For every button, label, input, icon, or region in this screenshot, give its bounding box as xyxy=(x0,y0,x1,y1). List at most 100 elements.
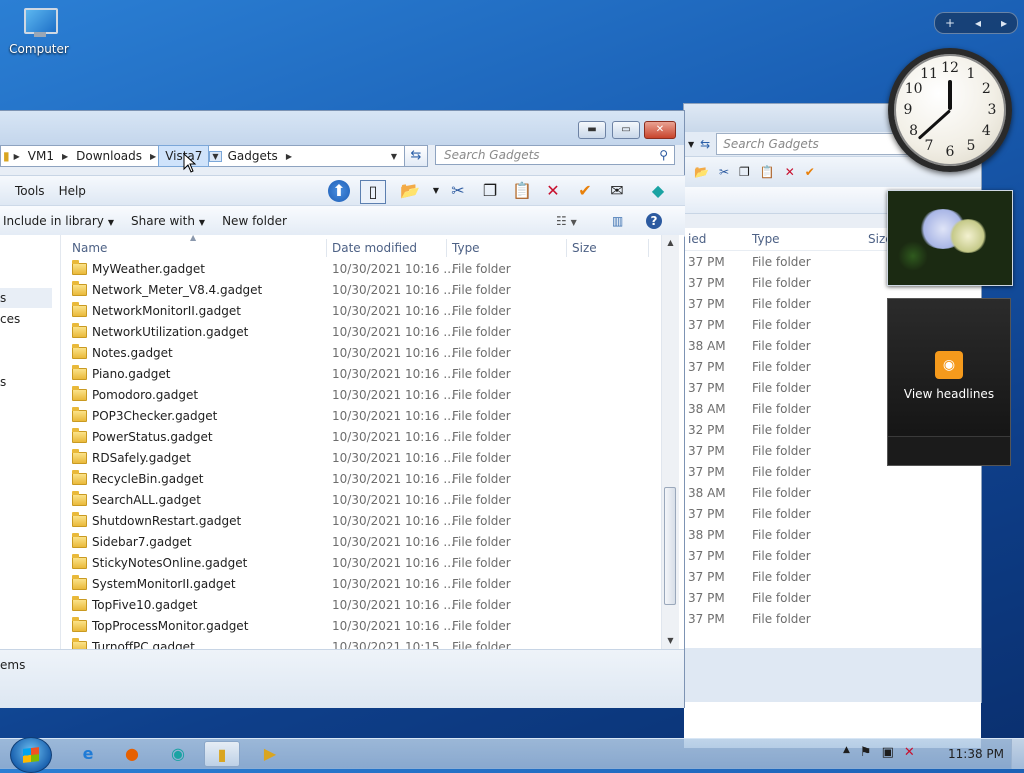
table-row[interactable]: RDSafely.gadget 10/30/2021 10:16 ... File … xyxy=(62,448,662,469)
scroll-down-icon[interactable]: ▼ xyxy=(662,633,679,649)
clock-gadget[interactable]: 12 1 2 3 4 5 6 7 8 9 10 11 xyxy=(888,48,1012,172)
include-in-library-button[interactable]: Include in library ▼ xyxy=(0,214,128,228)
view-options-icon[interactable]: ☷ ▼ xyxy=(556,214,577,228)
table-row[interactable]: 37 PM File folder xyxy=(684,566,981,587)
menu-tools[interactable]: Tools xyxy=(8,184,52,198)
table-row[interactable]: RecycleBin.gadget 10/30/2021 10:16 ... Fil… xyxy=(62,469,662,490)
breadcrumb-gadgets[interactable]: Gadgets xyxy=(222,146,284,166)
copy-icon[interactable]: ❐ xyxy=(739,165,750,179)
table-row[interactable]: 38 PM File folder xyxy=(684,524,981,545)
network-status-icon[interactable]: ▣ xyxy=(882,745,894,760)
table-row[interactable]: Network_Meter_V8.4.gadget 10/30/2021 10:1… xyxy=(62,280,662,301)
prev-icon[interactable]: ◂ xyxy=(975,16,981,30)
navigation-pane[interactable]: s ces s xyxy=(0,235,61,649)
scroll-up-icon[interactable]: ▲ xyxy=(662,235,679,251)
chevron-right-icon[interactable]: ▶ xyxy=(148,152,158,161)
window-titlebar[interactable]: ▬ ▭ ✕ xyxy=(0,111,684,145)
new-folder-button[interactable]: New folder xyxy=(219,214,301,228)
vertical-scrollbar[interactable]: ▲ ▼ xyxy=(661,235,679,649)
delete-icon[interactable]: ✕ xyxy=(785,165,795,179)
table-row[interactable]: MyWeather.gadget 10/30/2021 10:16 ... File… xyxy=(62,259,662,280)
help-icon[interactable]: ? xyxy=(646,213,662,229)
column-header-name[interactable]: Name xyxy=(72,241,107,255)
menu-help[interactable]: Help xyxy=(52,184,93,198)
refresh-button[interactable]: ⇆ xyxy=(404,145,428,167)
feed-headlines-gadget[interactable]: ◉ View headlines xyxy=(887,298,1011,466)
view-headlines-label[interactable]: View headlines xyxy=(888,387,1010,401)
table-row[interactable]: POP3Checker.gadget 10/30/2021 10:16 ... Fi… xyxy=(62,406,662,427)
firefox-icon[interactable]: ● xyxy=(114,741,150,767)
table-row[interactable]: 38 AM File folder xyxy=(684,482,981,503)
paste-icon[interactable]: 📋 xyxy=(760,165,775,179)
table-row[interactable]: Piano.gadget 10/30/2021 10:16 ... File fol… xyxy=(62,364,662,385)
explorer-taskbar-icon[interactable]: ▮ xyxy=(204,741,240,767)
folder-options-icon[interactable]: 📂 xyxy=(398,180,422,202)
address-dropdown-icon[interactable]: ▼ xyxy=(389,152,399,161)
search-input[interactable]: Search Gadgets ⚲ xyxy=(435,145,675,165)
chevron-down-icon[interactable]: ▼ xyxy=(424,180,448,202)
chevron-right-icon[interactable]: ▶ xyxy=(12,152,22,161)
table-row[interactable]: PowerStatus.gadget 10/30/2021 10:16 ... Fi… xyxy=(62,427,662,448)
table-row[interactable]: Sidebar7.gadget 10/30/2021 10:16 ... File … xyxy=(62,532,662,553)
table-row[interactable]: Pomodoro.gadget 10/30/2021 10:16 ... File … xyxy=(62,385,662,406)
breadcrumb-downloads[interactable]: Downloads xyxy=(70,146,148,166)
search-icon[interactable]: ⚲ xyxy=(659,148,668,162)
app-icon[interactable]: ◉ xyxy=(160,741,196,767)
volume-muted-icon[interactable]: ✕ xyxy=(904,745,915,760)
table-row[interactable]: TurnoffPC.gadget 10/30/2021 10:15 ... File… xyxy=(62,637,662,649)
add-gadget-icon[interactable]: + xyxy=(945,16,955,30)
properties-icon[interactable]: ✔ xyxy=(573,180,597,202)
preview-pane-icon[interactable]: ▯ xyxy=(360,180,386,204)
breadcrumb[interactable]: ▮ ▶ VM1 ▶ Downloads ▶ Vista7 ▼ Gadgets ▶… xyxy=(0,145,410,167)
taskbar-clock[interactable]: 11:38 PM xyxy=(948,747,1004,761)
refresh-icon[interactable]: ⇆ xyxy=(700,137,710,151)
table-row[interactable]: SystemMonitorII.gadget 10/30/2021 10:16 .… xyxy=(62,574,662,595)
column-header-type[interactable]: Type xyxy=(452,241,480,255)
desktop-icon-computer[interactable]: Computer xyxy=(6,8,72,56)
scroll-thumb[interactable] xyxy=(664,487,676,605)
copy-icon[interactable]: ❐ xyxy=(478,180,502,202)
preview-pane-toggle-icon[interactable]: ▥ xyxy=(612,214,623,228)
table-row[interactable]: 37 PM File folder xyxy=(684,545,981,566)
show-desktop-button[interactable] xyxy=(1011,739,1024,769)
show-hidden-icons-icon[interactable]: ▲ xyxy=(843,745,850,760)
network-icon[interactable]: ◆ xyxy=(646,180,670,202)
table-row[interactable]: 37 PM File folder xyxy=(684,587,981,608)
table-row[interactable]: 37 PM File folder xyxy=(684,608,981,629)
column-header-type[interactable]: Type xyxy=(752,232,868,246)
table-row[interactable]: TopFive10.gadget 10/30/2021 10:16 ... File… xyxy=(62,595,662,616)
explorer-window[interactable]: ▬ ▭ ✕ ▮ ▶ VM1 ▶ Downloads ▶ Vista7 ▼ Gad… xyxy=(0,110,685,708)
table-row[interactable]: Notes.gadget 10/30/2021 10:16 ... File fol… xyxy=(62,343,662,364)
column-header-date[interactable]: Date modified xyxy=(332,241,417,255)
table-row[interactable]: 37 PM File folder xyxy=(684,503,981,524)
folder-options-icon[interactable]: 📂 xyxy=(694,165,709,179)
delete-icon[interactable]: ✕ xyxy=(541,180,565,202)
close-button[interactable]: ✕ xyxy=(644,121,676,139)
properties-icon[interactable]: ✔ xyxy=(805,165,815,179)
slideshow-gadget[interactable] xyxy=(887,190,1013,286)
table-row[interactable]: TopProcessMonitor.gadget 10/30/2021 10:16… xyxy=(62,616,662,637)
table-row[interactable]: NetworkUtilization.gadget 10/30/2021 10:1… xyxy=(62,322,662,343)
column-header-size[interactable]: Size xyxy=(572,241,597,255)
dropdown-icon[interactable]: ▼ xyxy=(688,140,694,149)
cut-icon[interactable]: ✂ xyxy=(719,165,729,179)
breadcrumb-vm1[interactable]: VM1 xyxy=(22,146,60,166)
table-row[interactable]: SearchALL.gadget 10/30/2021 10:16 ... File… xyxy=(62,490,662,511)
column-header-date[interactable]: ied xyxy=(684,232,752,246)
nav-item[interactable]: ces xyxy=(0,312,20,326)
action-center-flag-icon[interactable]: ⚑ xyxy=(860,745,872,760)
media-player-icon[interactable]: ▶ xyxy=(252,741,288,767)
chevron-down-icon[interactable]: ▼ xyxy=(209,150,222,162)
chevron-right-icon[interactable]: ▶ xyxy=(284,152,294,161)
table-row[interactable]: ShutdownRestart.gadget 10/30/2021 10:16 .… xyxy=(62,511,662,532)
paste-icon[interactable]: 📋 xyxy=(510,180,534,202)
table-row[interactable]: StickyNotesOnline.gadget 10/30/2021 10:16… xyxy=(62,553,662,574)
up-icon[interactable]: ⬆ xyxy=(328,180,350,202)
chevron-right-icon[interactable]: ▶ xyxy=(60,152,70,161)
next-icon[interactable]: ▸ xyxy=(1001,16,1007,30)
mail-icon[interactable]: ✉ xyxy=(605,180,629,202)
table-row[interactable]: NetworkMonitorII.gadget 10/30/2021 10:16 … xyxy=(62,301,662,322)
minimize-button[interactable]: ▬ xyxy=(578,121,606,139)
maximize-button[interactable]: ▭ xyxy=(612,121,640,139)
internet-explorer-icon[interactable]: e xyxy=(70,741,106,767)
